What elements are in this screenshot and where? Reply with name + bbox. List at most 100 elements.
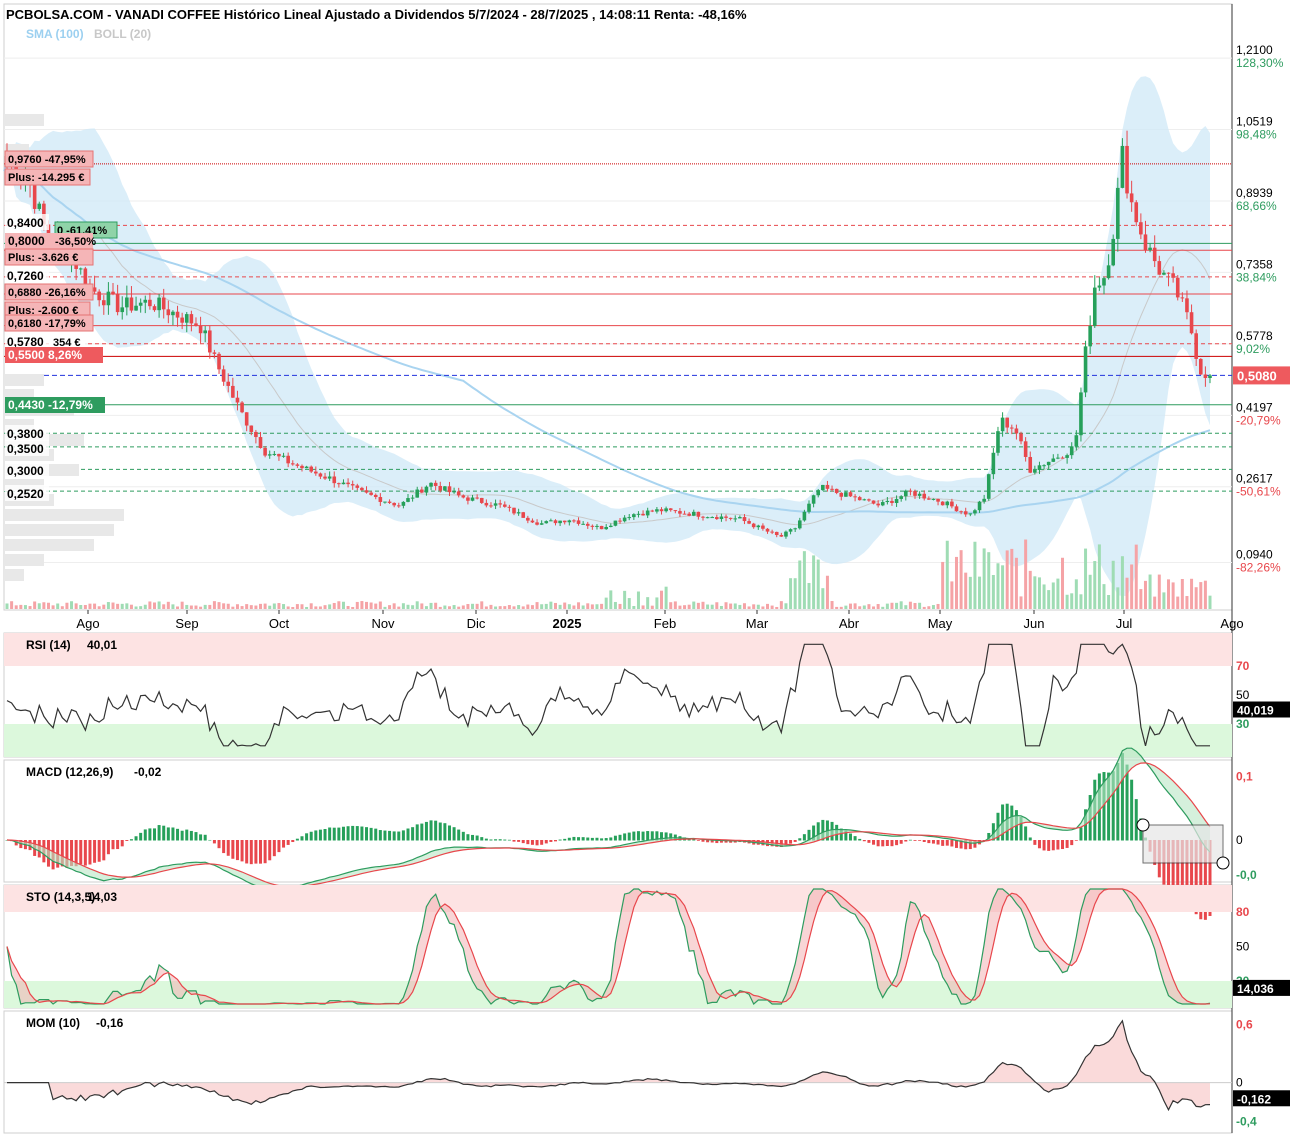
volume-bar (194, 605, 198, 609)
volume-bar (678, 605, 682, 609)
macd-histogram-bar (438, 822, 442, 841)
macd-histogram-bar (1037, 840, 1041, 849)
left-level-label: Plus: -3.626 € (8, 252, 78, 264)
volume-bar (309, 603, 313, 609)
candle-body (383, 501, 387, 503)
candle-body (821, 484, 825, 491)
candle-body (590, 525, 595, 527)
volume-bar (729, 603, 733, 609)
candle-body (1033, 470, 1037, 473)
macd-histogram-bar (563, 838, 567, 841)
candle-body (249, 425, 254, 432)
candle-body (120, 307, 125, 313)
macd-histogram-bar (1125, 764, 1129, 841)
macd-histogram-bar (498, 839, 502, 841)
candle-body (797, 520, 802, 529)
candle-body (392, 502, 396, 506)
boll-overlay-label[interactable]: BOLL (20) (94, 27, 151, 41)
volume-bar (277, 603, 281, 609)
macd-histogram-bar (627, 832, 631, 841)
volume-bar (226, 603, 230, 609)
left-level-extra2: -36,50% (55, 236, 96, 248)
volume-bar (328, 604, 332, 609)
macd-histogram-bar (484, 838, 488, 841)
candle-body (484, 502, 489, 506)
volume-bar (798, 560, 802, 609)
macd-histogram-bar (696, 840, 700, 841)
macd-histogram-bar (936, 840, 940, 845)
sma-overlay-label[interactable]: SMA (100) (26, 27, 84, 41)
candle-body (337, 483, 341, 485)
x-tick-label: Mar (746, 616, 769, 631)
candle-body (364, 490, 369, 493)
volume-bar (374, 603, 378, 609)
volume-bar (766, 603, 770, 609)
macd-histogram-bar (111, 840, 115, 850)
volume-bar (978, 576, 982, 609)
candle-body (203, 330, 207, 334)
volume-bar (134, 606, 138, 609)
macd-histogram-bar (922, 840, 926, 842)
candle-body (373, 494, 378, 498)
candle-body (323, 476, 327, 479)
volume-bar (93, 603, 97, 609)
macd-histogram-bar (282, 840, 286, 848)
candle-body (148, 299, 152, 307)
macd-histogram-bar (332, 827, 336, 841)
volume-bar (346, 605, 350, 609)
macd-histogram-bar (848, 833, 852, 841)
candle-body (1189, 312, 1194, 334)
volume-bar (613, 601, 617, 609)
macd-histogram-bar (286, 840, 290, 845)
macd-histogram-bar (318, 829, 322, 841)
price-tick-pct: 98,48% (1236, 128, 1277, 142)
candle-body (32, 184, 37, 209)
volume-bar (189, 605, 193, 609)
candle-body (350, 484, 355, 486)
volume-bar (1120, 556, 1124, 609)
volume-bar (876, 604, 880, 609)
volume-bar (1005, 550, 1009, 609)
macd-histogram-bar (858, 838, 862, 841)
volume-bar (646, 597, 650, 609)
volume-bar (337, 601, 341, 609)
price-tick-pct: -50,61% (1236, 485, 1281, 499)
volume-bar (471, 603, 475, 609)
volume-bar (895, 602, 899, 609)
candle-body (705, 517, 710, 519)
macd-histogram-bar (106, 840, 110, 855)
candle-body (954, 506, 959, 512)
volume-bar (355, 601, 359, 609)
candle-body (512, 507, 516, 514)
macd-histogram-bar (701, 840, 705, 842)
candle-body (106, 291, 111, 306)
indicator-value: -0,16 (96, 1016, 124, 1030)
volume-bar (835, 606, 839, 609)
candle-body (1092, 287, 1097, 326)
volume-bar (116, 603, 120, 609)
candle-body (479, 497, 484, 503)
macd-histogram-bar (636, 831, 640, 841)
volume-bar (724, 602, 728, 609)
candle-body (300, 465, 304, 469)
candle-body (710, 517, 715, 519)
candle-body (982, 498, 986, 502)
candle-body (1152, 247, 1157, 262)
candle-body (1005, 417, 1009, 428)
candle-body (406, 498, 410, 502)
left-level-label: 0,6880 -26,16% (8, 287, 86, 299)
candle-body (396, 505, 401, 507)
candle-body (1014, 428, 1019, 434)
volume-bar (102, 604, 106, 609)
macd-histogram-bar (374, 828, 378, 841)
volume-bar (1139, 589, 1143, 609)
panels: 1,2100128,30% 1,051998,48% 0,893968,66% 0,7… (3, 3, 1290, 1134)
volume-bar (779, 601, 783, 609)
macd-histogram-bar (240, 840, 244, 862)
chart-canvas: PCBOLSA.COM - VANADI COFFEE Histórico Li… (3, 3, 1290, 1134)
macd-histogram-bar (199, 834, 203, 841)
candle-body (309, 466, 314, 472)
volume-bar (351, 606, 355, 609)
candle-body (1069, 446, 1074, 456)
volume-bar (904, 605, 908, 609)
